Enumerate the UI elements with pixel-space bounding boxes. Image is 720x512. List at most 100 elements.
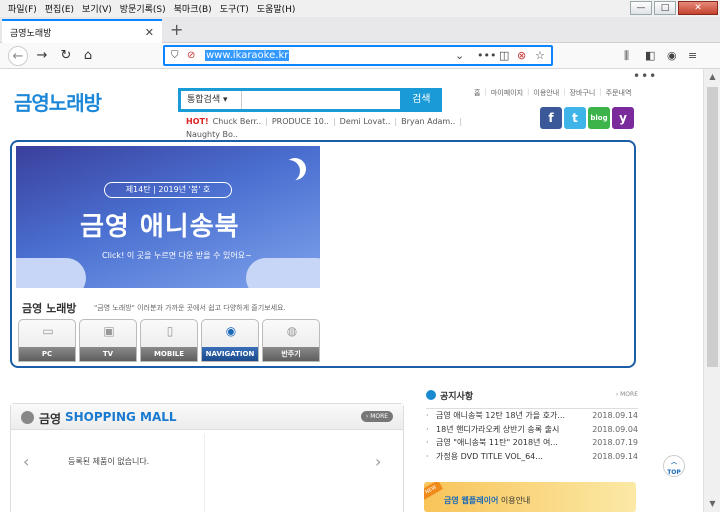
device-accompaniment-button[interactable]: ◍ 반주기 bbox=[262, 319, 320, 362]
menu-edit[interactable]: 편집(E) bbox=[41, 2, 78, 15]
menu-history[interactable]: 방문기록(S) bbox=[116, 2, 170, 15]
url-bar[interactable]: ⛉ ⊘ www.ikaraoke.kr ⌄ ••• ◫ ⊗ ☆ bbox=[163, 45, 553, 66]
menu-file[interactable]: 파일(F) bbox=[4, 2, 41, 15]
account-icon[interactable]: ◉ bbox=[667, 49, 677, 62]
notice-item[interactable]: · 금영 애니송북 12탄 18년 가을 호가... 2018.09.14 bbox=[426, 409, 638, 423]
sidebar-icon[interactable]: ◧ bbox=[645, 49, 655, 62]
chevron-left-icon[interactable]: ‹ bbox=[23, 452, 29, 471]
menu-bookmarks[interactable]: 북마크(B) bbox=[170, 2, 216, 15]
bookmark-star-icon[interactable]: ☆ bbox=[535, 49, 545, 62]
banner-subtitle: Click! 이 곳을 누르면 다운 받을 수 있어요~ bbox=[102, 251, 252, 260]
minimize-button[interactable]: — bbox=[630, 1, 652, 15]
notice-panel: 공지사항 › MORE · 금영 애니송북 12탄 18년 가을 호가... 201… bbox=[426, 389, 638, 463]
monitor-icon: ▭ bbox=[42, 324, 54, 338]
mall-title: SHOPPING MALL bbox=[65, 410, 177, 424]
device-label: NAVIGATION bbox=[202, 347, 258, 361]
tab-strip: 금영노래방 ✕ + bbox=[0, 17, 720, 43]
mall-header: 금영 SHOPPING MALL › MORE bbox=[11, 404, 403, 430]
notice-more-link[interactable]: › MORE bbox=[616, 391, 638, 398]
karaoke-machine-icon: ◍ bbox=[286, 324, 298, 338]
web-player-banner[interactable]: NEW 금영 웹플레이어 이용안내 bbox=[424, 482, 636, 512]
home-icon: ⌂ bbox=[83, 48, 93, 63]
cloud-decoration bbox=[16, 258, 86, 288]
link-home[interactable]: 홈 bbox=[474, 88, 480, 98]
search-input[interactable] bbox=[242, 91, 400, 109]
facebook-icon[interactable]: f bbox=[540, 107, 562, 129]
device-navigation-button[interactable]: ◉ NAVIGATION bbox=[201, 319, 259, 362]
tv-icon: ▣ bbox=[103, 324, 115, 338]
yozm-icon[interactable]: y bbox=[612, 107, 634, 129]
url-text[interactable]: www.ikaraoke.kr bbox=[205, 50, 290, 61]
web-player-label: 금영 웹플레이어 이용안내 bbox=[444, 496, 531, 505]
new-tab-button[interactable]: + bbox=[170, 20, 183, 39]
blocked-icon[interactable]: ⊗ bbox=[517, 49, 526, 62]
blog-icon[interactable]: blog bbox=[588, 107, 610, 129]
social-links: f t blog y bbox=[540, 107, 634, 129]
arrow-right-icon: → bbox=[36, 48, 48, 63]
notice-item[interactable]: · 금영 "애니송북 11탄" 2018년 여... 2018.07.19 bbox=[426, 436, 638, 450]
tab-title: 금영노래방 bbox=[10, 28, 52, 39]
notice-item[interactable]: · 18년 핸디가라오케 상반기 송록 출시 2018.09.04 bbox=[426, 423, 638, 437]
mall-more-button[interactable]: › MORE bbox=[361, 411, 393, 422]
hot-keyword[interactable]: Naughty Bo.. bbox=[186, 130, 238, 139]
search-box: 통합검색 ▾ 검색 bbox=[178, 88, 442, 112]
search-category-select[interactable]: 통합검색 ▾ bbox=[181, 91, 243, 109]
dropdown-icon[interactable]: ⌄ bbox=[455, 49, 464, 62]
search-button[interactable]: 검색 bbox=[404, 91, 439, 109]
library-icon[interactable]: ⫼ bbox=[624, 49, 629, 63]
pocket-icon[interactable]: ◫ bbox=[499, 49, 509, 62]
close-window-button[interactable]: ✕ bbox=[678, 1, 718, 15]
hamburger-menu-icon[interactable]: ≡ bbox=[688, 49, 697, 62]
maximize-button[interactable]: □ bbox=[654, 1, 676, 15]
link-guide[interactable]: 이용안내 bbox=[533, 88, 559, 98]
device-label: MOBILE bbox=[141, 347, 197, 361]
page-content: ••• 금영노래방 통합검색 ▾ 검색 HOT! Chuck Berr.. | PRO… bbox=[0, 69, 703, 512]
cloud-decoration bbox=[246, 258, 320, 288]
menu-view[interactable]: 보기(V) bbox=[78, 2, 116, 15]
page-actions-icon[interactable]: ••• bbox=[477, 49, 496, 62]
moon-icon bbox=[278, 160, 300, 182]
shield-icon[interactable]: ⛉ bbox=[171, 50, 179, 61]
link-cart[interactable]: 장바구니 bbox=[570, 88, 596, 98]
menu-tools[interactable]: 도구(T) bbox=[216, 2, 253, 15]
device-tv-button[interactable]: ▣ TV bbox=[79, 319, 137, 362]
scrollbar-thumb[interactable] bbox=[707, 87, 718, 367]
back-button[interactable]: ← bbox=[8, 46, 28, 66]
tab-close-icon[interactable]: ✕ bbox=[145, 26, 154, 39]
overflow-dots[interactable]: ••• bbox=[633, 69, 657, 83]
hot-keyword[interactable]: Demi Lovat.. bbox=[340, 117, 391, 126]
scroll-up-arrow-icon[interactable]: ▲ bbox=[704, 69, 720, 85]
chevron-right-icon[interactable]: › bbox=[375, 452, 381, 471]
vertical-scrollbar[interactable]: ▲ ▼ bbox=[703, 69, 720, 512]
norae-description: "금영 노래방" 이러분과 가까운 곳에서 쉽고 다양하게 즐기보세요. bbox=[94, 304, 286, 312]
twitter-icon[interactable]: t bbox=[564, 107, 586, 129]
link-mypage[interactable]: 마이페이지 bbox=[491, 88, 523, 98]
notice-header: 공지사항 bbox=[426, 389, 638, 402]
link-orders[interactable]: 주문내역 bbox=[606, 88, 632, 98]
device-label: PC bbox=[19, 347, 75, 361]
shopping-mall-panel: 금영 SHOPPING MALL › MORE ‹ 등록된 제품이 없습니다. … bbox=[10, 403, 404, 512]
device-pc-button[interactable]: ▭ PC bbox=[18, 319, 76, 362]
menu-help[interactable]: 도움말(H) bbox=[253, 2, 300, 15]
reload-icon: ↻ bbox=[60, 48, 72, 63]
mobile-icon: ▯ bbox=[166, 324, 174, 338]
insecure-lock-icon[interactable]: ⊘ bbox=[187, 50, 195, 61]
tab-active[interactable]: 금영노래방 ✕ bbox=[2, 19, 162, 43]
forward-button[interactable]: → bbox=[32, 46, 52, 66]
notice-item[interactable]: · 가정용 DVD TITLE VOL_64... 2018.09.14 bbox=[426, 450, 638, 464]
device-mobile-button[interactable]: ▯ MOBILE bbox=[140, 319, 198, 362]
hot-keyword[interactable]: Bryan Adam.. bbox=[401, 117, 455, 126]
mall-prefix: 금영 bbox=[39, 412, 62, 426]
home-button[interactable]: ⌂ bbox=[78, 46, 98, 66]
site-logo[interactable]: 금영노래방 bbox=[14, 87, 102, 116]
navigation-toolbar: ← → ↻ ⌂ ⛉ ⊘ www.ikaraoke.kr ⌄ ••• ◫ ⊗ ☆ … bbox=[0, 43, 720, 69]
hot-keyword[interactable]: PRODUCE 10.. bbox=[272, 117, 329, 126]
hot-keyword[interactable]: Chuck Berr.. bbox=[213, 117, 262, 126]
scroll-down-arrow-icon[interactable]: ▼ bbox=[704, 496, 720, 512]
scroll-top-button[interactable]: ︿ TOP bbox=[663, 455, 685, 477]
banner-title: 금영 애니송북 bbox=[80, 212, 240, 242]
device-label: TV bbox=[80, 347, 136, 361]
anisongbook-banner[interactable]: 제14탄 | 2019년 '봄' 호 금영 애니송북 Click! 이 곳을 누… bbox=[16, 146, 320, 288]
divider bbox=[204, 434, 205, 512]
reload-button[interactable]: ↻ bbox=[56, 46, 76, 66]
